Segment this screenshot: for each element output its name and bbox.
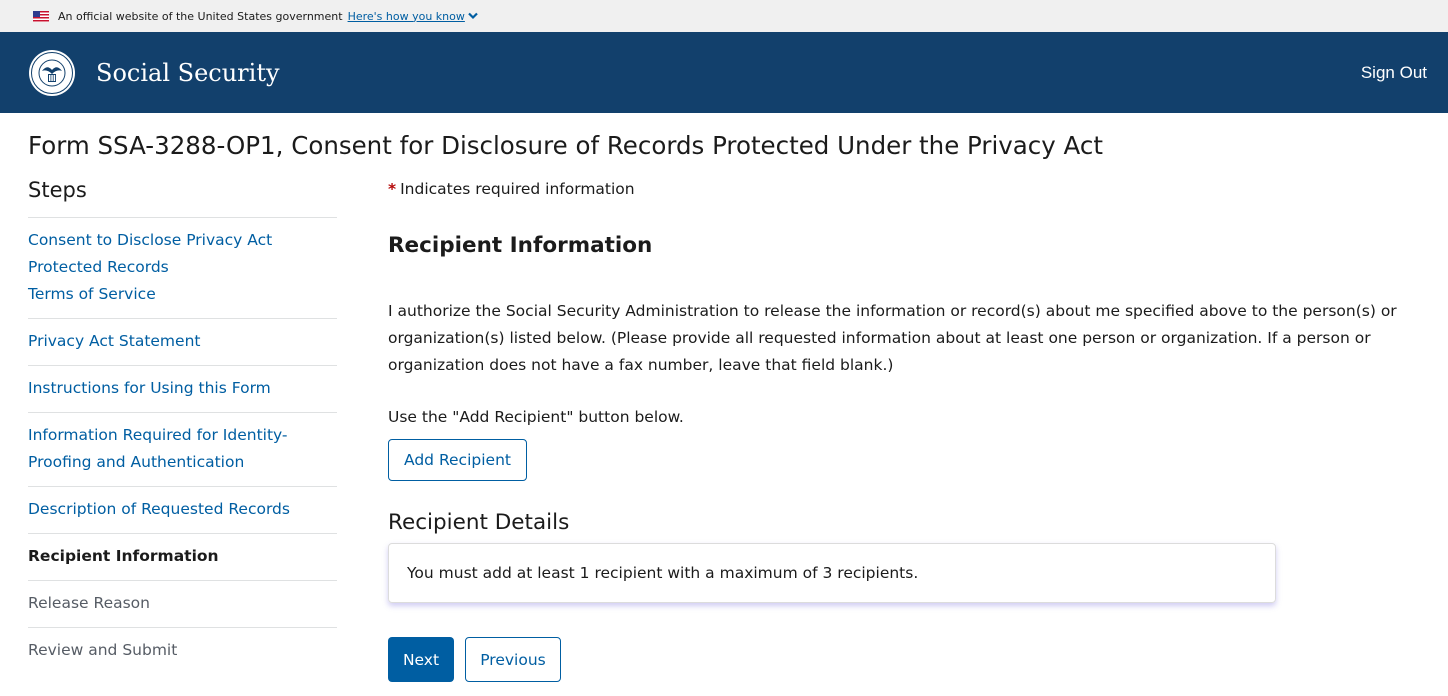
heres-how-you-know-label: Here's how you know [347, 9, 465, 23]
step-requested-records-link[interactable]: Description of Requested Records [28, 496, 337, 523]
step-instructions: Instructions for Using this Form [28, 366, 337, 413]
add-recipient-button[interactable]: Add Recipient [388, 439, 527, 481]
sign-out-link[interactable]: Sign Out [1361, 63, 1427, 83]
section-heading: Recipient Information [388, 233, 653, 258]
site-header: Social Security Sign Out [0, 32, 1448, 113]
next-button[interactable]: Next [388, 637, 454, 682]
step-review-and-submit: Review and Submit [28, 641, 178, 659]
gov-banner-text: An official website of the United States… [58, 9, 343, 23]
step-consent-link[interactable]: Consent to Disclose Privacy Act Protecte… [28, 227, 337, 281]
gov-banner: An official website of the United States… [0, 0, 1448, 32]
step-identity-proofing-link[interactable]: Information Required for Identity-Proofi… [28, 422, 337, 476]
step-requested-records: Description of Requested Records [28, 487, 337, 534]
recipient-details-text: You must add at least 1 recipient with a… [407, 564, 919, 582]
heres-how-you-know-link[interactable]: Here's how you know [348, 10, 478, 23]
chevron-down-icon [468, 12, 478, 20]
authorization-text: I authorize the Social Security Administ… [388, 302, 1397, 374]
step-terms-of-service-link[interactable]: Terms of Service [28, 281, 337, 308]
page-title: Form SSA-3288-OP1, Consent for Disclosur… [28, 131, 1103, 160]
recipient-details-heading: Recipient Details [388, 510, 570, 535]
us-flag-icon [33, 10, 49, 22]
step-consent: Consent to Disclose Privacy Act Protecte… [28, 218, 337, 319]
main-content: * Indicates required information Recipien… [388, 180, 1428, 682]
required-info-note: * Indicates required information [388, 180, 1428, 198]
step-recipient-information: Recipient Information [28, 534, 337, 581]
required-info-text: Indicates required information [400, 180, 635, 198]
required-asterisk: * [388, 180, 397, 198]
site-title[interactable]: Social Security [96, 59, 280, 87]
recipient-details-message: You must add at least 1 recipient with a… [388, 543, 1276, 603]
steps-heading: Steps [28, 172, 337, 218]
add-recipient-instruction: Use the "Add Recipient" button below. [388, 408, 684, 426]
step-release-reason: Release Reason [28, 581, 337, 628]
step-privacy-act-statement-link[interactable]: Privacy Act Statement [28, 328, 337, 355]
steps-sidebar: Steps Consent to Disclose Privacy Act Pr… [28, 172, 337, 674]
step-identity-proofing: Information Required for Identity-Proofi… [28, 413, 337, 487]
step-instructions-link[interactable]: Instructions for Using this Form [28, 375, 337, 402]
ssa-seal-logo [29, 49, 75, 96]
step-privacy-act-statement: Privacy Act Statement [28, 319, 337, 366]
previous-button[interactable]: Previous [465, 637, 561, 682]
